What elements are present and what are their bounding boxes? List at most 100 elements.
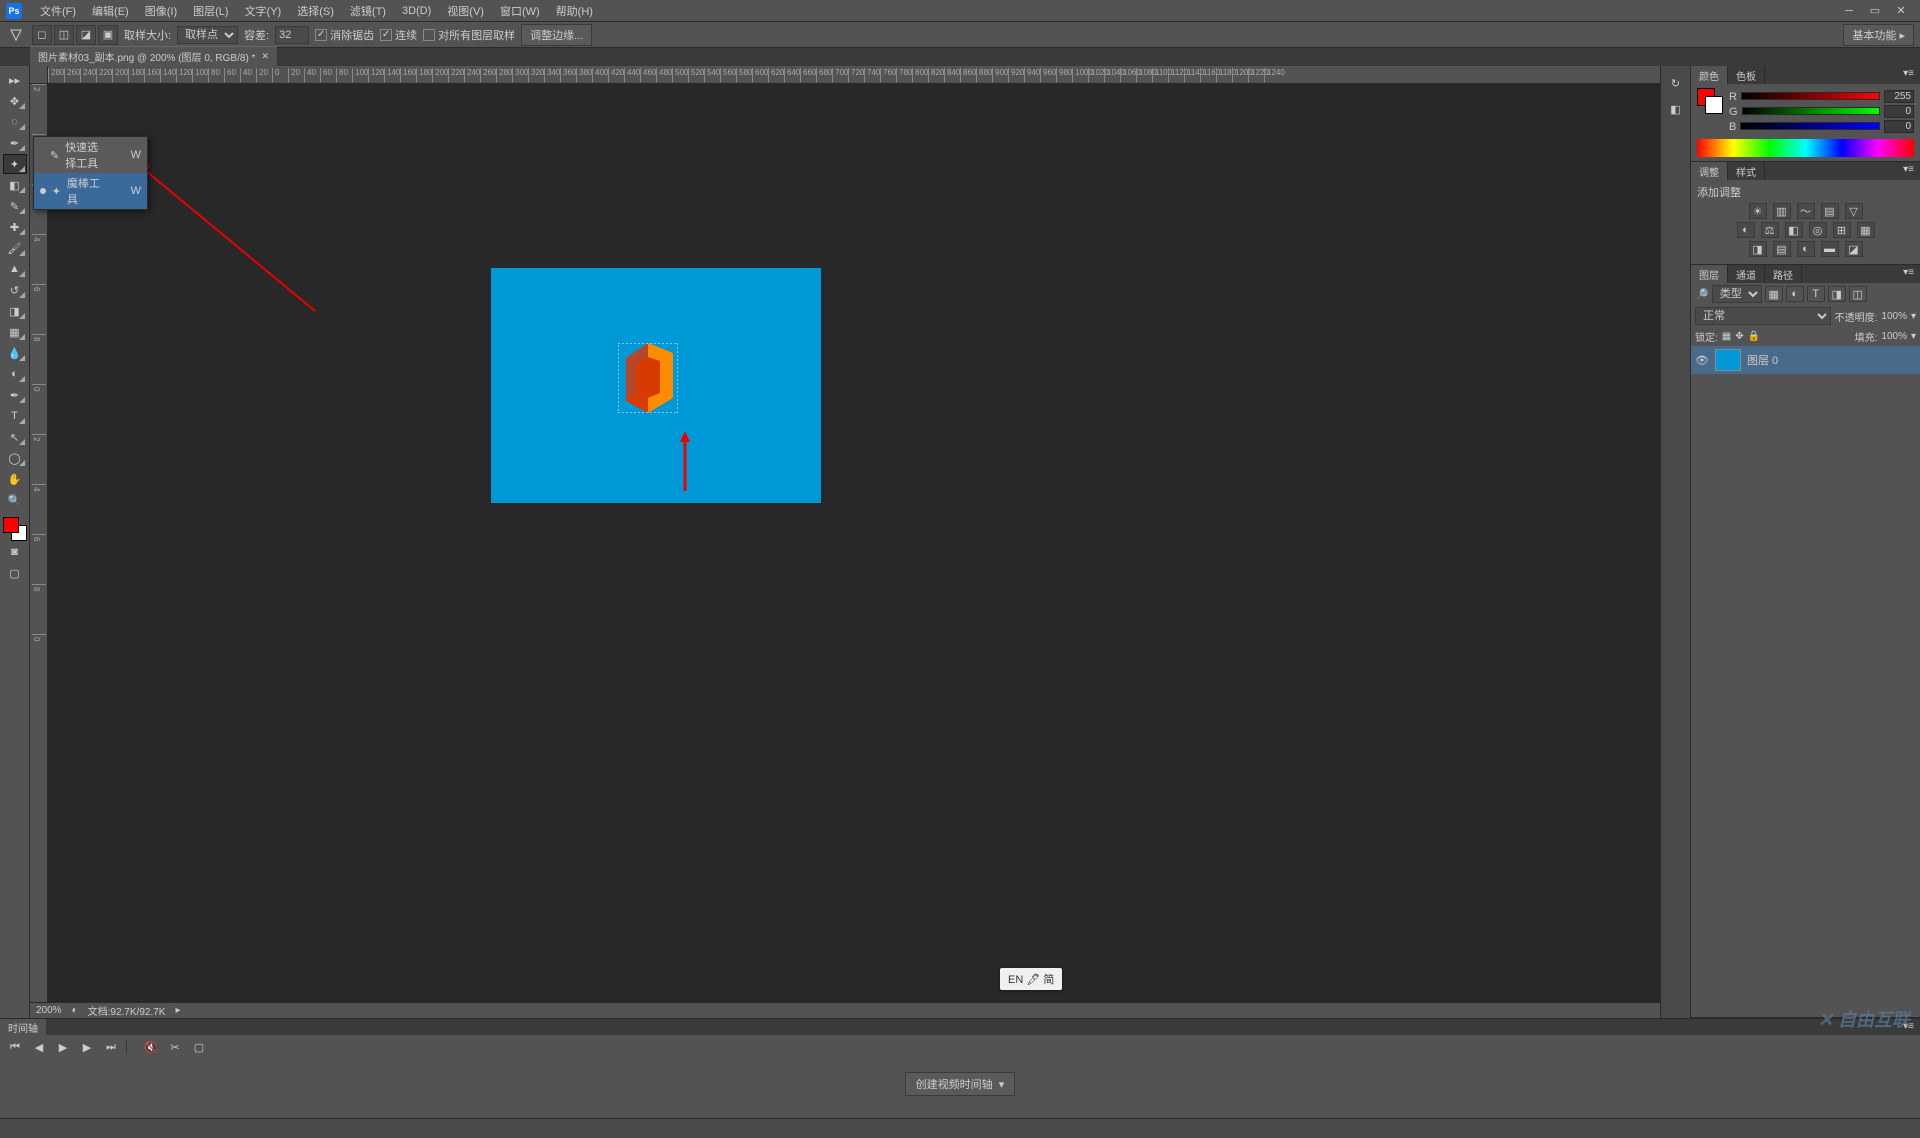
flyout-magic-wand[interactable]: ✦ 魔棒工具 W xyxy=(34,173,147,209)
adj-levels-icon[interactable]: ▥ xyxy=(1773,203,1791,219)
foreground-color[interactable] xyxy=(3,517,19,533)
color-swatches[interactable] xyxy=(3,517,27,541)
close-button[interactable]: ✕ xyxy=(1888,2,1914,20)
marquee-tool[interactable]: ◌ xyxy=(3,112,27,132)
layer-row[interactable]: 👁 图层 0 xyxy=(1691,346,1920,374)
contiguous-checkbox[interactable]: 连续 xyxy=(380,27,417,43)
gradient-tool[interactable]: ▦ xyxy=(3,322,27,342)
tab-styles[interactable]: 样式 xyxy=(1728,162,1765,180)
properties-dock-icon[interactable]: ◧ xyxy=(1665,98,1687,120)
opacity-value[interactable]: 100% xyxy=(1881,311,1907,322)
menu-file[interactable]: 文件(F) xyxy=(32,0,84,22)
layer-thumbnail[interactable] xyxy=(1715,349,1741,371)
menu-edit[interactable]: 编辑(E) xyxy=(84,0,137,22)
prev-frame-icon[interactable]: ◀ xyxy=(30,1039,48,1055)
adj-brightness-icon[interactable]: ☀ xyxy=(1749,203,1767,219)
menu-window[interactable]: 窗口(W) xyxy=(492,0,548,22)
adj-hue-icon[interactable]: ◐ xyxy=(1737,222,1755,238)
document-tab[interactable]: 图片素材03_副本.png @ 200% (图层 0, RGB/8) * ✕ xyxy=(30,46,277,66)
document-canvas[interactable] xyxy=(491,268,821,503)
minimize-button[interactable]: ─ xyxy=(1836,2,1862,20)
eyedropper-tool[interactable]: ✎ xyxy=(3,196,27,216)
adj-curves-icon[interactable]: 〜 xyxy=(1797,203,1815,219)
tolerance-input[interactable] xyxy=(275,26,309,44)
lock-pixels-icon[interactable]: ▦ xyxy=(1722,331,1731,342)
dodge-tool[interactable]: ◐ xyxy=(3,364,27,384)
maximize-button[interactable]: ▭ xyxy=(1862,2,1888,20)
panel-bg-color[interactable] xyxy=(1705,96,1723,114)
close-tab-icon[interactable]: ✕ xyxy=(261,51,269,62)
stamp-tool[interactable]: ▲ xyxy=(3,259,27,279)
tab-color[interactable]: 颜色 xyxy=(1691,66,1728,84)
play-icon[interactable]: ▶ xyxy=(54,1039,72,1055)
new-selection-icon[interactable]: ◻ xyxy=(32,25,52,45)
refine-edge-button[interactable]: 调整边缘... xyxy=(521,24,592,46)
adj-photo-icon[interactable]: ◎ xyxy=(1809,222,1827,238)
menu-layer[interactable]: 图层(L) xyxy=(185,0,236,22)
goto-last-icon[interactable]: ⏭ xyxy=(102,1039,120,1055)
brush-tool[interactable]: 🖌 xyxy=(3,238,27,258)
tab-timeline[interactable]: 时间轴 xyxy=(0,1019,46,1035)
transition-icon[interactable]: ▢ xyxy=(190,1039,208,1055)
zoom-level[interactable]: 200% xyxy=(36,1005,62,1016)
lock-all-icon[interactable]: 🔒 xyxy=(1748,331,1760,342)
menu-filter[interactable]: 滤镜(T) xyxy=(342,0,394,22)
sample-size-select[interactable]: 取样点 xyxy=(177,26,238,44)
menu-help[interactable]: 帮助(H) xyxy=(548,0,601,22)
path-tool[interactable]: ↖ xyxy=(3,427,27,447)
fill-value[interactable]: 100% xyxy=(1881,331,1907,342)
adj-mixer-icon[interactable]: ⊞ xyxy=(1833,222,1851,238)
tab-adjustments[interactable]: 调整 xyxy=(1691,162,1728,180)
subtract-selection-icon[interactable]: ◪ xyxy=(76,25,96,45)
ime-indicator[interactable]: EN 🖊 简 xyxy=(1000,968,1062,990)
magic-wand-tool[interactable]: ✦ xyxy=(3,154,27,174)
tab-swatches[interactable]: 色板 xyxy=(1728,66,1765,84)
tab-layers[interactable]: 图层 xyxy=(1691,265,1728,283)
panel-menu-icon[interactable]: ▾≡ xyxy=(1897,162,1920,180)
intersect-selection-icon[interactable]: ▣ xyxy=(98,25,118,45)
panel-menu-icon[interactable]: ▾≡ xyxy=(1897,265,1920,283)
b-value[interactable]: 0 xyxy=(1884,120,1914,133)
eraser-tool[interactable]: ◨ xyxy=(3,301,27,321)
hand-tool[interactable]: ✋ xyxy=(3,469,27,489)
layer-filter-select[interactable]: 类型 xyxy=(1712,285,1762,303)
adj-vibrance-icon[interactable]: ▽ xyxy=(1845,203,1863,219)
antialias-checkbox[interactable]: 消除锯齿 xyxy=(315,27,374,43)
menu-select[interactable]: 选择(S) xyxy=(289,0,342,22)
lasso-tool[interactable]: ✒ xyxy=(3,133,27,153)
flyout-quick-select[interactable]: ✎ 快速选择工具 W xyxy=(34,137,147,173)
filter-adjust-icon[interactable]: ◐ xyxy=(1786,286,1804,302)
adj-lookup-icon[interactable]: ▦ xyxy=(1857,222,1875,238)
next-frame-icon[interactable]: ▶ xyxy=(78,1039,96,1055)
adj-invert-icon[interactable]: ◨ xyxy=(1749,241,1767,257)
adj-posterize-icon[interactable]: ▤ xyxy=(1773,241,1791,257)
healing-tool[interactable]: ✚ xyxy=(3,217,27,237)
adj-gradient-icon[interactable]: ▬ xyxy=(1821,241,1839,257)
audio-icon[interactable]: 🔇 xyxy=(142,1039,160,1055)
tab-paths[interactable]: 路径 xyxy=(1765,265,1802,283)
filter-smart-icon[interactable]: ◫ xyxy=(1849,286,1867,302)
r-value[interactable]: 255 xyxy=(1884,90,1914,103)
g-slider[interactable] xyxy=(1742,107,1880,117)
adj-threshold-icon[interactable]: ◐ xyxy=(1797,241,1815,257)
menu-view[interactable]: 视图(V) xyxy=(439,0,492,22)
color-spectrum[interactable] xyxy=(1697,139,1914,157)
adj-exposure-icon[interactable]: ▤ xyxy=(1821,203,1839,219)
adj-balance-icon[interactable]: ⚖ xyxy=(1761,222,1779,238)
menu-type[interactable]: 文字(Y) xyxy=(237,0,290,22)
filter-pixel-icon[interactable]: ▦ xyxy=(1765,286,1783,302)
layer-name[interactable]: 图层 0 xyxy=(1747,352,1778,368)
menu-3d[interactable]: 3D(D) xyxy=(394,0,439,22)
split-icon[interactable]: ✂ xyxy=(166,1039,184,1055)
shape-tool[interactable]: ◯ xyxy=(3,448,27,468)
adj-selective-icon[interactable]: ◪ xyxy=(1845,241,1863,257)
history-brush-tool[interactable]: ↺ xyxy=(3,280,27,300)
lock-position-icon[interactable]: ✥ xyxy=(1735,331,1743,342)
blend-mode-select[interactable]: 正常 xyxy=(1695,307,1831,325)
quickmask-tool[interactable]: ◙ xyxy=(3,542,27,562)
g-value[interactable]: 0 xyxy=(1884,105,1914,118)
crop-tool[interactable]: ◧ xyxy=(3,175,27,195)
move-tool[interactable]: ✥ xyxy=(3,91,27,111)
handle-icon[interactable]: ▸▸ xyxy=(3,70,27,90)
b-slider[interactable] xyxy=(1740,122,1880,132)
